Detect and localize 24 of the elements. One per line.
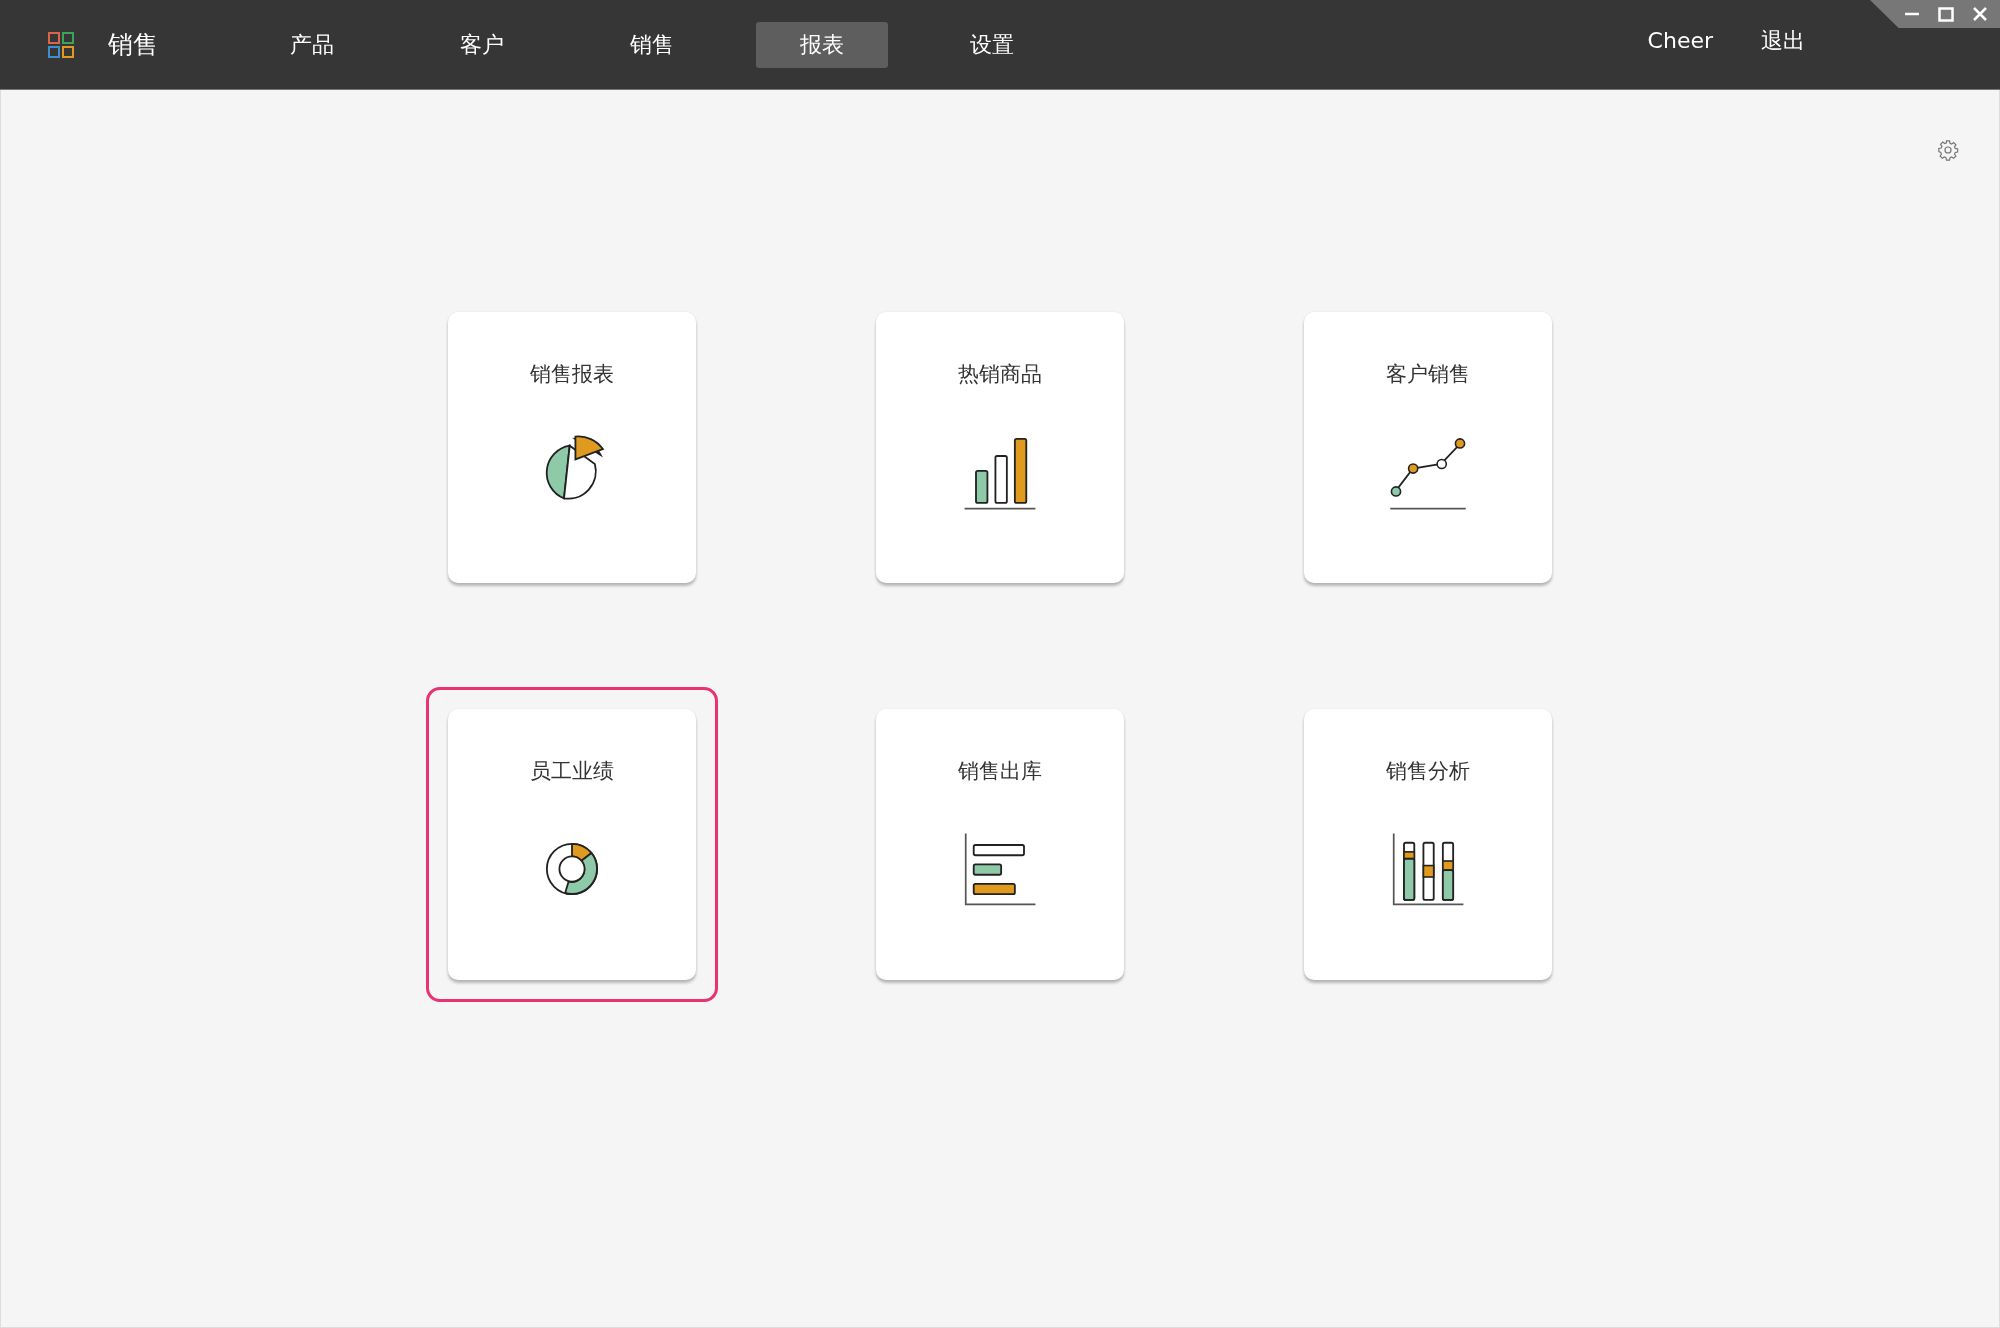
card-title: 热销商品 bbox=[958, 361, 1042, 388]
card-title: 销售出库 bbox=[958, 758, 1042, 785]
settings-icon[interactable] bbox=[1937, 139, 1959, 161]
report-card[interactable]: 员工业绩 bbox=[448, 709, 696, 980]
nav-tab[interactable]: 产品 bbox=[246, 21, 378, 68]
nav-tab[interactable]: 设置 bbox=[926, 21, 1058, 68]
nav-tab[interactable]: 销售 bbox=[586, 21, 718, 68]
card-title: 销售分析 bbox=[1386, 758, 1470, 785]
grid-logo-icon bbox=[48, 31, 74, 58]
logout-link[interactable]: 退出 bbox=[1761, 25, 1805, 56]
nav-tab[interactable]: 报表 bbox=[756, 21, 888, 68]
user-name[interactable]: Cheer bbox=[1647, 28, 1713, 53]
report-card[interactable]: 销售报表 bbox=[448, 312, 696, 583]
report-card[interactable]: 热销商品 bbox=[876, 312, 1124, 583]
card-title: 员工业绩 bbox=[530, 758, 614, 785]
app-title: 销售 bbox=[108, 29, 158, 61]
card-title: 客户销售 bbox=[1386, 361, 1470, 388]
report-card[interactable]: 客户销售 bbox=[1304, 312, 1552, 583]
close-icon[interactable] bbox=[1972, 6, 1988, 22]
nav-tab[interactable]: 客户 bbox=[416, 21, 548, 68]
report-card[interactable]: 销售出库 bbox=[876, 709, 1124, 980]
card-title: 销售报表 bbox=[530, 361, 614, 388]
maximize-icon[interactable] bbox=[1938, 6, 1954, 22]
report-card[interactable]: 销售分析 bbox=[1304, 709, 1552, 980]
